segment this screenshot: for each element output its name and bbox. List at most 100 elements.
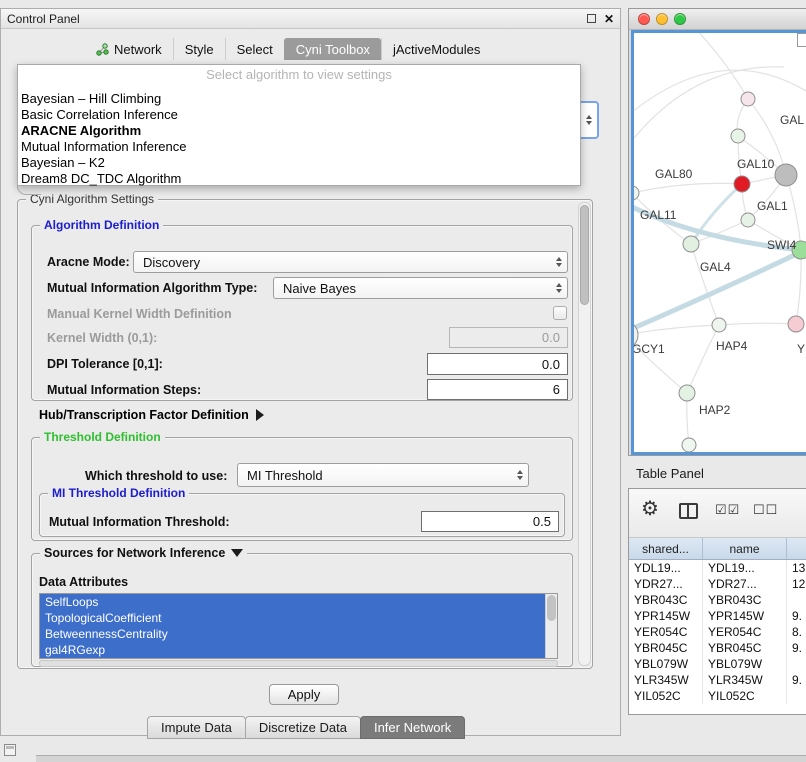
- select-all-icon[interactable]: ☑☑: [715, 502, 740, 518]
- mi-algorithm-type-select[interactable]: Naive Bayes: [273, 277, 568, 299]
- network-node-gal10-red[interactable]: [734, 176, 750, 192]
- table-row[interactable]: YBR043CYBR043C: [629, 592, 806, 608]
- tab-jactivemodules[interactable]: jActiveModules: [381, 38, 491, 60]
- table-row[interactable]: YDR27...YDR27...12: [629, 576, 806, 592]
- network-node-hap2[interactable]: [679, 385, 695, 401]
- attribute-item-selfloops[interactable]: SelfLoops: [40, 594, 545, 610]
- hub-section-toggle[interactable]: Hub/Transcription Factor Definition: [39, 408, 264, 422]
- which-threshold-select[interactable]: MI Threshold: [237, 463, 529, 487]
- network-node-top-green[interactable]: [731, 129, 745, 143]
- network-edge: [687, 325, 719, 393]
- network-node-right-pink[interactable]: [788, 316, 804, 332]
- column-header-name[interactable]: name: [703, 538, 787, 559]
- column-header-shared[interactable]: shared...: [629, 538, 703, 559]
- close-panel-icon[interactable]: ✕: [604, 13, 614, 25]
- table-body: YDL19...YDL19...13YDR27...YDR27...12YBR0…: [629, 560, 806, 704]
- algorithm-option-dream8-dc-tdc-algorithm[interactable]: Dream8 DC_TDC Algorithm: [18, 171, 580, 187]
- attribute-item-topologicalcoefficient[interactable]: TopologicalCoefficient: [40, 610, 545, 626]
- network-node-left-mid[interactable]: [634, 186, 639, 200]
- minimized-window-icon[interactable]: [4, 744, 16, 756]
- table-row[interactable]: YER054CYER054C8.: [629, 624, 806, 640]
- kernel-width-field[interactable]: 0.0: [449, 327, 568, 348]
- table-panel-window: ⚙ ☑☑ ☐☐ shared... name YDL19...YDL19...1…: [628, 488, 806, 715]
- tab-network[interactable]: Network: [85, 38, 173, 60]
- network-node-gray-hub[interactable]: [775, 164, 797, 186]
- columns-icon[interactable]: [679, 503, 698, 519]
- table-cell: 8.: [787, 624, 806, 640]
- mi-steps-label: Mutual Information Steps:: [47, 383, 201, 397]
- node-label-hap4: HAP4: [716, 339, 748, 353]
- combo-arrows-icon: [511, 470, 523, 480]
- bottom-tab-impute-data[interactable]: Impute Data: [147, 716, 246, 739]
- apply-button[interactable]: Apply: [269, 684, 339, 705]
- screen: Control Panel ✕ NetworkStyleSelectCyni T…: [0, 0, 806, 762]
- tab-select[interactable]: Select: [225, 38, 284, 60]
- attribute-item-betweennesscentrality[interactable]: BetweennessCentrality: [40, 626, 545, 642]
- manual-kernel-checkbox[interactable]: [553, 306, 567, 320]
- table-row[interactable]: YPR145WYPR145W9.: [629, 608, 806, 624]
- zoom-traffic-light[interactable]: [674, 13, 686, 25]
- kernel-width-label: Kernel Width (0,1):: [47, 331, 157, 345]
- cyni-settings-title: Cyni Algorithm Settings: [26, 192, 158, 206]
- combo-arrows-icon: [550, 283, 562, 293]
- dpi-tolerance-field[interactable]: 0.0: [427, 353, 568, 375]
- table-cell: YIL052C: [629, 688, 703, 704]
- table-cell: YBR043C: [629, 592, 703, 608]
- which-threshold-value: MI Threshold: [247, 468, 323, 483]
- aracne-mode-select[interactable]: Discovery: [133, 251, 568, 273]
- attribute-item-gal4rgexp[interactable]: gal4RGexp: [40, 642, 545, 658]
- gear-icon[interactable]: ⚙: [641, 499, 659, 519]
- mi-threshold-field[interactable]: 0.5: [421, 511, 559, 532]
- data-attributes-list[interactable]: SelfLoopsTopologicalCoefficientBetweenne…: [39, 593, 558, 659]
- algorithm-option-basic-correlation-inference[interactable]: Basic Correlation Inference: [18, 107, 580, 123]
- tab-style[interactable]: Style: [173, 38, 225, 60]
- tab-label: Style: [185, 42, 214, 57]
- table-row[interactable]: YLR345WYLR345W9.: [629, 672, 806, 688]
- float-window-icon[interactable]: [587, 14, 596, 23]
- algorithm-option-bayesian-k2[interactable]: Bayesian – K2: [18, 155, 580, 171]
- list-scrollbar[interactable]: [545, 594, 557, 658]
- algorithm-option-bayesian-hill-climbing[interactable]: Bayesian – Hill Climbing: [18, 91, 580, 107]
- mi-steps-field[interactable]: 6: [427, 379, 568, 400]
- tab-cyni-toolbox[interactable]: Cyni Toolbox: [284, 38, 381, 60]
- network-edge: [694, 33, 748, 99]
- node-label-swi4: SWI4: [767, 238, 797, 252]
- settings-scrollbar[interactable]: [578, 202, 591, 666]
- table-row[interactable]: YBR045CYBR045C9.: [629, 640, 806, 656]
- table-row[interactable]: YBL079WYBL079W: [629, 656, 806, 672]
- which-threshold-label: Which threshold to use:: [85, 469, 227, 483]
- algorithm-option-mutual-information-inference[interactable]: Mutual Information Inference: [18, 139, 580, 155]
- column-header-extra[interactable]: [787, 538, 806, 559]
- table-cell: 12: [787, 576, 806, 592]
- dropdown-placeholder[interactable]: Select algorithm to view settings: [18, 65, 580, 85]
- network-edge: [634, 183, 742, 193]
- network-node-bottom[interactable]: [682, 438, 696, 452]
- control-panel-window: Control Panel ✕ NetworkStyleSelectCyni T…: [0, 8, 621, 736]
- mi-steps-value: 6: [553, 382, 560, 397]
- node-label-hap2: HAP2: [699, 403, 731, 417]
- node-label-gal11: GAL11: [640, 208, 677, 222]
- table-header: shared... name: [629, 538, 806, 560]
- sources-group-title[interactable]: Sources for Network Inference: [40, 546, 247, 560]
- algorithm-option-aracne-algorithm[interactable]: ARACNE Algorithm: [18, 123, 580, 139]
- network-node-top-pink[interactable]: [741, 92, 755, 106]
- table-cell: YER054C: [703, 624, 787, 640]
- bottom-panel-edge: [36, 755, 806, 762]
- bottom-tab-discretize-data[interactable]: Discretize Data: [245, 716, 361, 739]
- scrollbar-thumb[interactable]: [580, 205, 589, 305]
- network-node-gal1[interactable]: [741, 213, 755, 227]
- table-row[interactable]: YDL19...YDL19...13: [629, 560, 806, 576]
- close-traffic-light[interactable]: [638, 13, 650, 25]
- list-horizontal-scrollbar[interactable]: [39, 660, 558, 667]
- network-canvas[interactable]: GALGAL80GAL10GAL11GAL1SWI4GAL4GCY1HAP4YH…: [631, 30, 806, 455]
- tab-label: jActiveModules: [393, 42, 480, 57]
- node-label-y: Y: [797, 342, 805, 356]
- table-row[interactable]: YIL052CYIL052C: [629, 688, 806, 704]
- deselect-all-icon[interactable]: ☐☐: [753, 502, 778, 518]
- dropdown-items: Bayesian – Hill ClimbingBasic Correlatio…: [18, 85, 580, 187]
- bottom-tab-infer-network[interactable]: Infer Network: [360, 716, 465, 739]
- minimize-traffic-light[interactable]: [656, 13, 668, 25]
- network-node-hap4[interactable]: [712, 318, 726, 332]
- network-node-gal4[interactable]: [683, 236, 699, 252]
- tab-label: Cyni Toolbox: [296, 42, 370, 57]
